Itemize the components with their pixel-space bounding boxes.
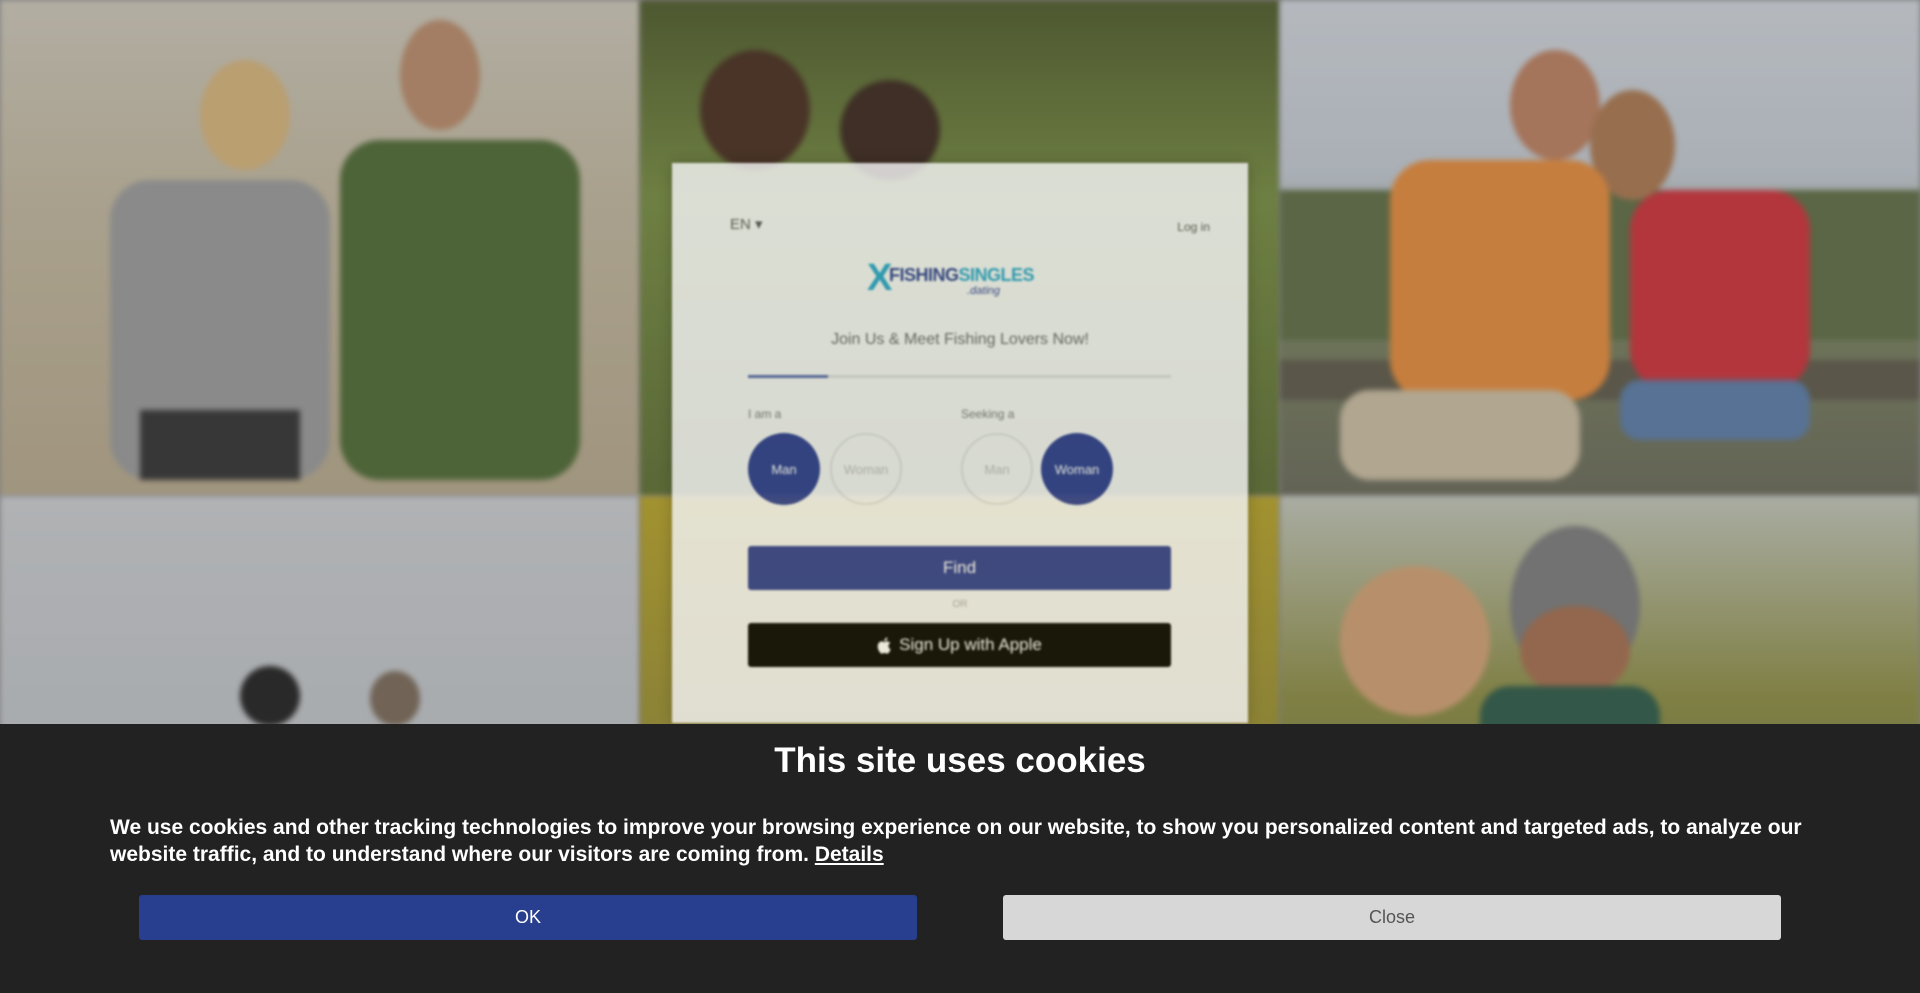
seeking-man-option[interactable]: Man bbox=[961, 433, 1033, 505]
cookie-banner: This site uses cookies We use cookies an… bbox=[0, 724, 1920, 993]
signup-progress-bar bbox=[748, 375, 1171, 378]
cookie-details-link[interactable]: Details bbox=[815, 843, 884, 866]
apple-button-label: Sign Up with Apple bbox=[899, 635, 1042, 654]
i-am-label: I am a bbox=[748, 407, 782, 421]
logo-subtitle: .dating bbox=[967, 285, 1001, 297]
signup-progress-fill bbox=[748, 375, 829, 378]
or-divider: OR bbox=[952, 599, 968, 610]
language-code: EN bbox=[730, 216, 751, 233]
cookie-ok-button[interactable]: OK bbox=[139, 895, 917, 940]
cookie-close-button[interactable]: Close bbox=[1003, 895, 1781, 940]
cookie-banner-title: This site uses cookies bbox=[774, 741, 1146, 780]
language-selector[interactable]: EN ▾ bbox=[730, 215, 763, 233]
cookie-banner-description: We use cookies and other tracking techno… bbox=[110, 816, 1802, 866]
i-am-man-option[interactable]: Man bbox=[748, 433, 820, 505]
i-am-woman-option[interactable]: Woman bbox=[830, 433, 902, 505]
sign-up-with-apple-button[interactable]: Sign Up with Apple bbox=[748, 623, 1171, 667]
login-link[interactable]: Log in bbox=[1177, 220, 1210, 234]
apple-icon bbox=[877, 637, 891, 654]
seeking-woman-option[interactable]: Woman bbox=[1041, 433, 1113, 505]
chevron-down-icon: ▾ bbox=[755, 216, 763, 233]
seeking-label: Seeking a bbox=[961, 407, 1015, 421]
site-logo: X FISHINGSINGLES .dating bbox=[867, 255, 1057, 301]
cookie-banner-text: We use cookies and other tracking techno… bbox=[110, 814, 1810, 868]
logo-wordmark: FISHINGSINGLES bbox=[889, 265, 1035, 285]
signup-tagline: Join Us & Meet Fishing Lovers Now! bbox=[831, 331, 1089, 348]
find-button[interactable]: Find bbox=[748, 546, 1171, 590]
signup-card: EN ▾ Log in X FISHINGSINGLES .dating Joi… bbox=[672, 163, 1248, 723]
